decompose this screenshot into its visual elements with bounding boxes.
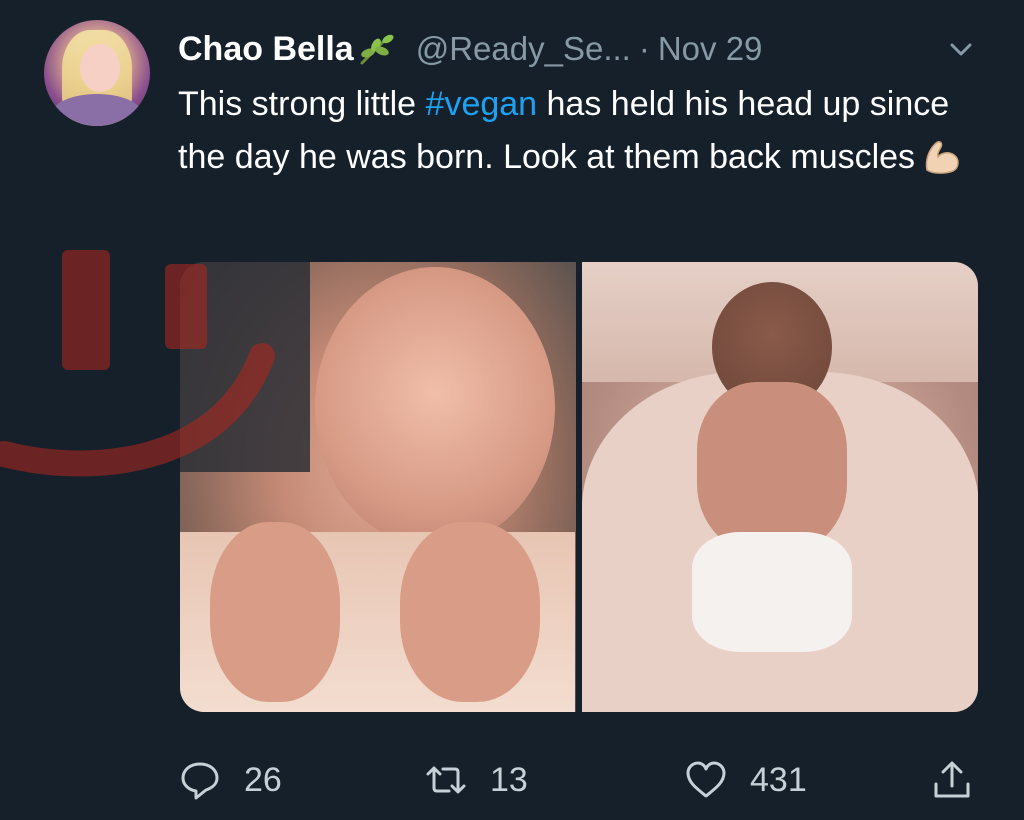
- baby-back: [697, 382, 847, 552]
- retweet-button[interactable]: 13: [424, 752, 528, 808]
- baby-head: [315, 267, 555, 547]
- tweet-actions: 26 13 431: [178, 752, 978, 808]
- tweet-media[interactable]: [180, 262, 978, 712]
- photo-baby-front[interactable]: [180, 262, 576, 712]
- retweet-icon: [426, 766, 466, 794]
- tweet-header: Chao Bella @Ready_Se... · Nov 29: [178, 26, 984, 72]
- retweet-count: 13: [490, 760, 528, 799]
- tweet-date[interactable]: Nov 29: [658, 30, 763, 68]
- avatar[interactable]: [44, 20, 150, 126]
- reply-icon: [181, 762, 219, 800]
- herb-icon: [356, 31, 396, 67]
- reply-button[interactable]: 26: [178, 752, 282, 808]
- photo-baby-back[interactable]: [582, 262, 978, 712]
- avatar-shoulder: [52, 94, 142, 126]
- display-name[interactable]: Chao Bella: [178, 30, 354, 69]
- tweet-text: This strong little #vegan has held his h…: [178, 78, 998, 184]
- reply-count: 26: [244, 760, 282, 799]
- separator-dot: ·: [638, 30, 650, 67]
- baby-left-hand: [210, 522, 340, 702]
- hashtag-link[interactable]: #vegan: [426, 85, 538, 123]
- baby-right-hand: [400, 522, 540, 702]
- share-icon: [934, 761, 970, 798]
- heart-icon: [686, 761, 726, 798]
- avatar-face: [80, 44, 120, 92]
- chevron-down-icon[interactable]: [944, 32, 978, 66]
- share-button[interactable]: [930, 752, 974, 808]
- tweet-card[interactable]: Chao Bella @Ready_Se... · Nov 29 This st…: [0, 0, 1024, 820]
- diaper: [692, 532, 852, 652]
- like-count: 431: [750, 760, 807, 799]
- user-handle[interactable]: @Ready_Se...: [416, 30, 631, 68]
- flexed-biceps-icon: [921, 136, 963, 176]
- like-button[interactable]: 431: [684, 752, 807, 808]
- photo-shadow-area: [180, 262, 310, 472]
- tweet-text-start: This strong little: [178, 85, 426, 123]
